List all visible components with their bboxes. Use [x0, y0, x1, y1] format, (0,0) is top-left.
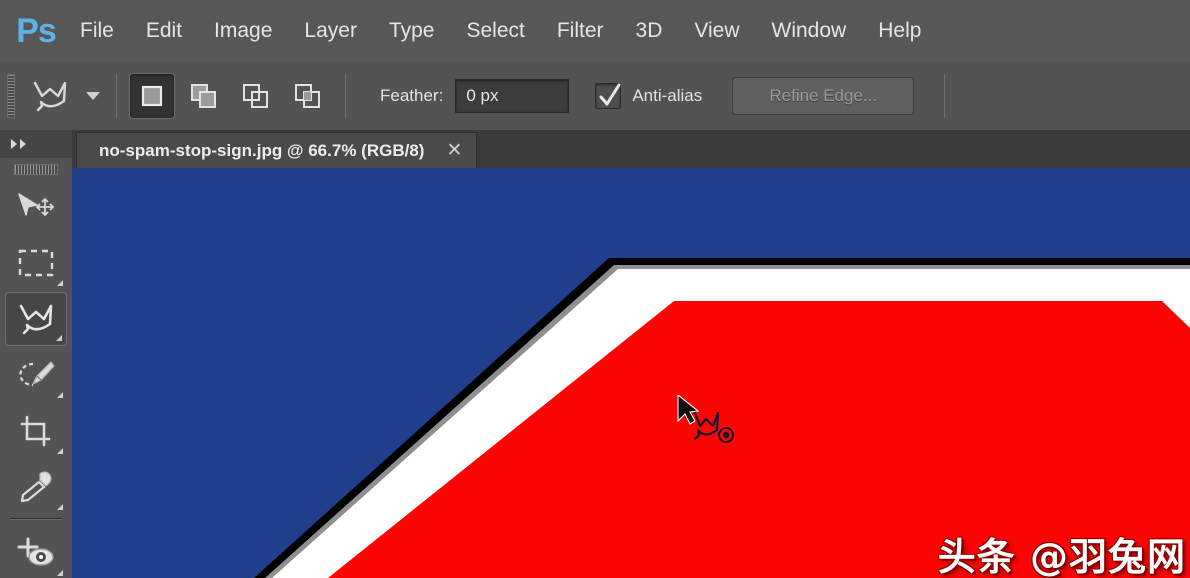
- document-tab-strip: no-spam-stop-sign.jpg @ 66.7% (RGB/8) ✕: [72, 130, 1190, 170]
- close-icon[interactable]: ✕: [446, 141, 462, 160]
- feather-label: Feather:: [380, 86, 444, 105]
- tool-flyout-indicator: [57, 392, 63, 398]
- tool-flyout-indicator: [57, 448, 63, 454]
- tool-flyout-indicator: [57, 504, 63, 510]
- photoshop-window: Ps File Edit Image Layer Type Select Fil…: [0, 0, 1190, 578]
- crop-tool-button[interactable]: [5, 404, 67, 458]
- antialias-group: Anti-alias: [595, 62, 702, 130]
- drag-grip-icon: [14, 163, 58, 175]
- new-selection-button[interactable]: [129, 73, 175, 119]
- toolbar-divider: [10, 518, 62, 520]
- tool-flyout-indicator: [56, 335, 62, 341]
- options-separator-1: [116, 74, 117, 118]
- subtract-from-selection-icon: [243, 84, 268, 108]
- image-canvas[interactable]: 头条 @羽兔网: [72, 170, 1190, 578]
- quick-selection-tool-icon: [19, 361, 55, 387]
- tools-panel: [0, 130, 72, 578]
- toolbar-expand-button[interactable]: [0, 130, 72, 158]
- intersect-selection-icon: [295, 84, 320, 108]
- options-separator-3: [944, 74, 946, 118]
- selection-mode-group: [129, 62, 337, 130]
- quick-selection-tool-button[interactable]: [5, 348, 67, 402]
- options-bar-grip[interactable]: [0, 62, 22, 130]
- crop-tool-icon: [20, 415, 51, 447]
- add-to-selection-icon: [191, 84, 216, 108]
- eyedropper-tool-icon: [20, 471, 52, 503]
- lasso-tool-icon: [33, 81, 67, 112]
- menu-select[interactable]: Select: [450, 13, 540, 49]
- menu-filter[interactable]: Filter: [541, 13, 620, 49]
- subtract-from-selection-button[interactable]: [233, 73, 279, 119]
- spot-healing-brush-tool-button[interactable]: [5, 526, 67, 578]
- options-separator-2: [345, 74, 346, 118]
- refine-edge-button[interactable]: Refine Edge...: [732, 77, 915, 115]
- checkmark-icon: [599, 83, 621, 106]
- menu-window[interactable]: Window: [756, 13, 863, 49]
- options-bar: Feather: Anti-alias Refine Edge...: [0, 62, 1190, 130]
- lasso-tool-button[interactable]: [5, 292, 67, 346]
- double-chevron-right-icon: [11, 139, 26, 149]
- antialias-label: Anti-alias: [632, 86, 703, 105]
- antialias-checkbox[interactable]: [595, 83, 622, 109]
- marquee-tool-icon: [18, 249, 54, 277]
- photoshop-logo: Ps: [16, 11, 57, 50]
- eyedropper-tool-button[interactable]: [5, 460, 67, 514]
- document-area: no-spam-stop-sign.jpg @ 66.7% (RGB/8) ✕: [72, 130, 1190, 578]
- tool-preset-dropdown[interactable]: [78, 62, 108, 130]
- move-tool-icon: [18, 193, 55, 217]
- new-selection-icon: [141, 85, 163, 107]
- drag-grip-icon: [7, 74, 15, 118]
- toolbar-grip[interactable]: [0, 158, 72, 180]
- tool-flyout-indicator: [57, 570, 63, 576]
- menu-view[interactable]: View: [678, 13, 755, 49]
- watermark-text: 头条 @羽兔网: [937, 535, 1186, 578]
- document-tab-title: no-spam-stop-sign.jpg @ 66.7% (RGB/8): [99, 140, 425, 160]
- menu-image[interactable]: Image: [198, 13, 288, 49]
- menu-type[interactable]: Type: [373, 13, 451, 49]
- chevron-down-icon: [86, 92, 100, 100]
- menu-file[interactable]: File: [64, 13, 130, 49]
- rectangular-marquee-tool-button[interactable]: [5, 236, 67, 290]
- intersect-selection-button[interactable]: [285, 73, 331, 119]
- menu-3d[interactable]: 3D: [620, 13, 679, 49]
- active-tool-icon[interactable]: [22, 62, 78, 130]
- menu-help[interactable]: Help: [862, 13, 937, 49]
- move-tool-button[interactable]: [5, 180, 67, 234]
- add-to-selection-button[interactable]: [181, 73, 227, 119]
- tool-flyout-indicator: [57, 280, 63, 286]
- feather-group: Feather:: [380, 62, 570, 130]
- document-tab[interactable]: no-spam-stop-sign.jpg @ 66.7% (RGB/8) ✕: [76, 132, 478, 168]
- lasso-tool-icon: [19, 304, 53, 335]
- feather-input[interactable]: [455, 79, 570, 113]
- menu-layer[interactable]: Layer: [288, 13, 373, 49]
- spot-healing-brush-icon: [17, 537, 54, 566]
- stop-sign-artwork: [72, 170, 1190, 578]
- menu-bar: Ps File Edit Image Layer Type Select Fil…: [0, 0, 1190, 62]
- menu-edit[interactable]: Edit: [130, 13, 198, 49]
